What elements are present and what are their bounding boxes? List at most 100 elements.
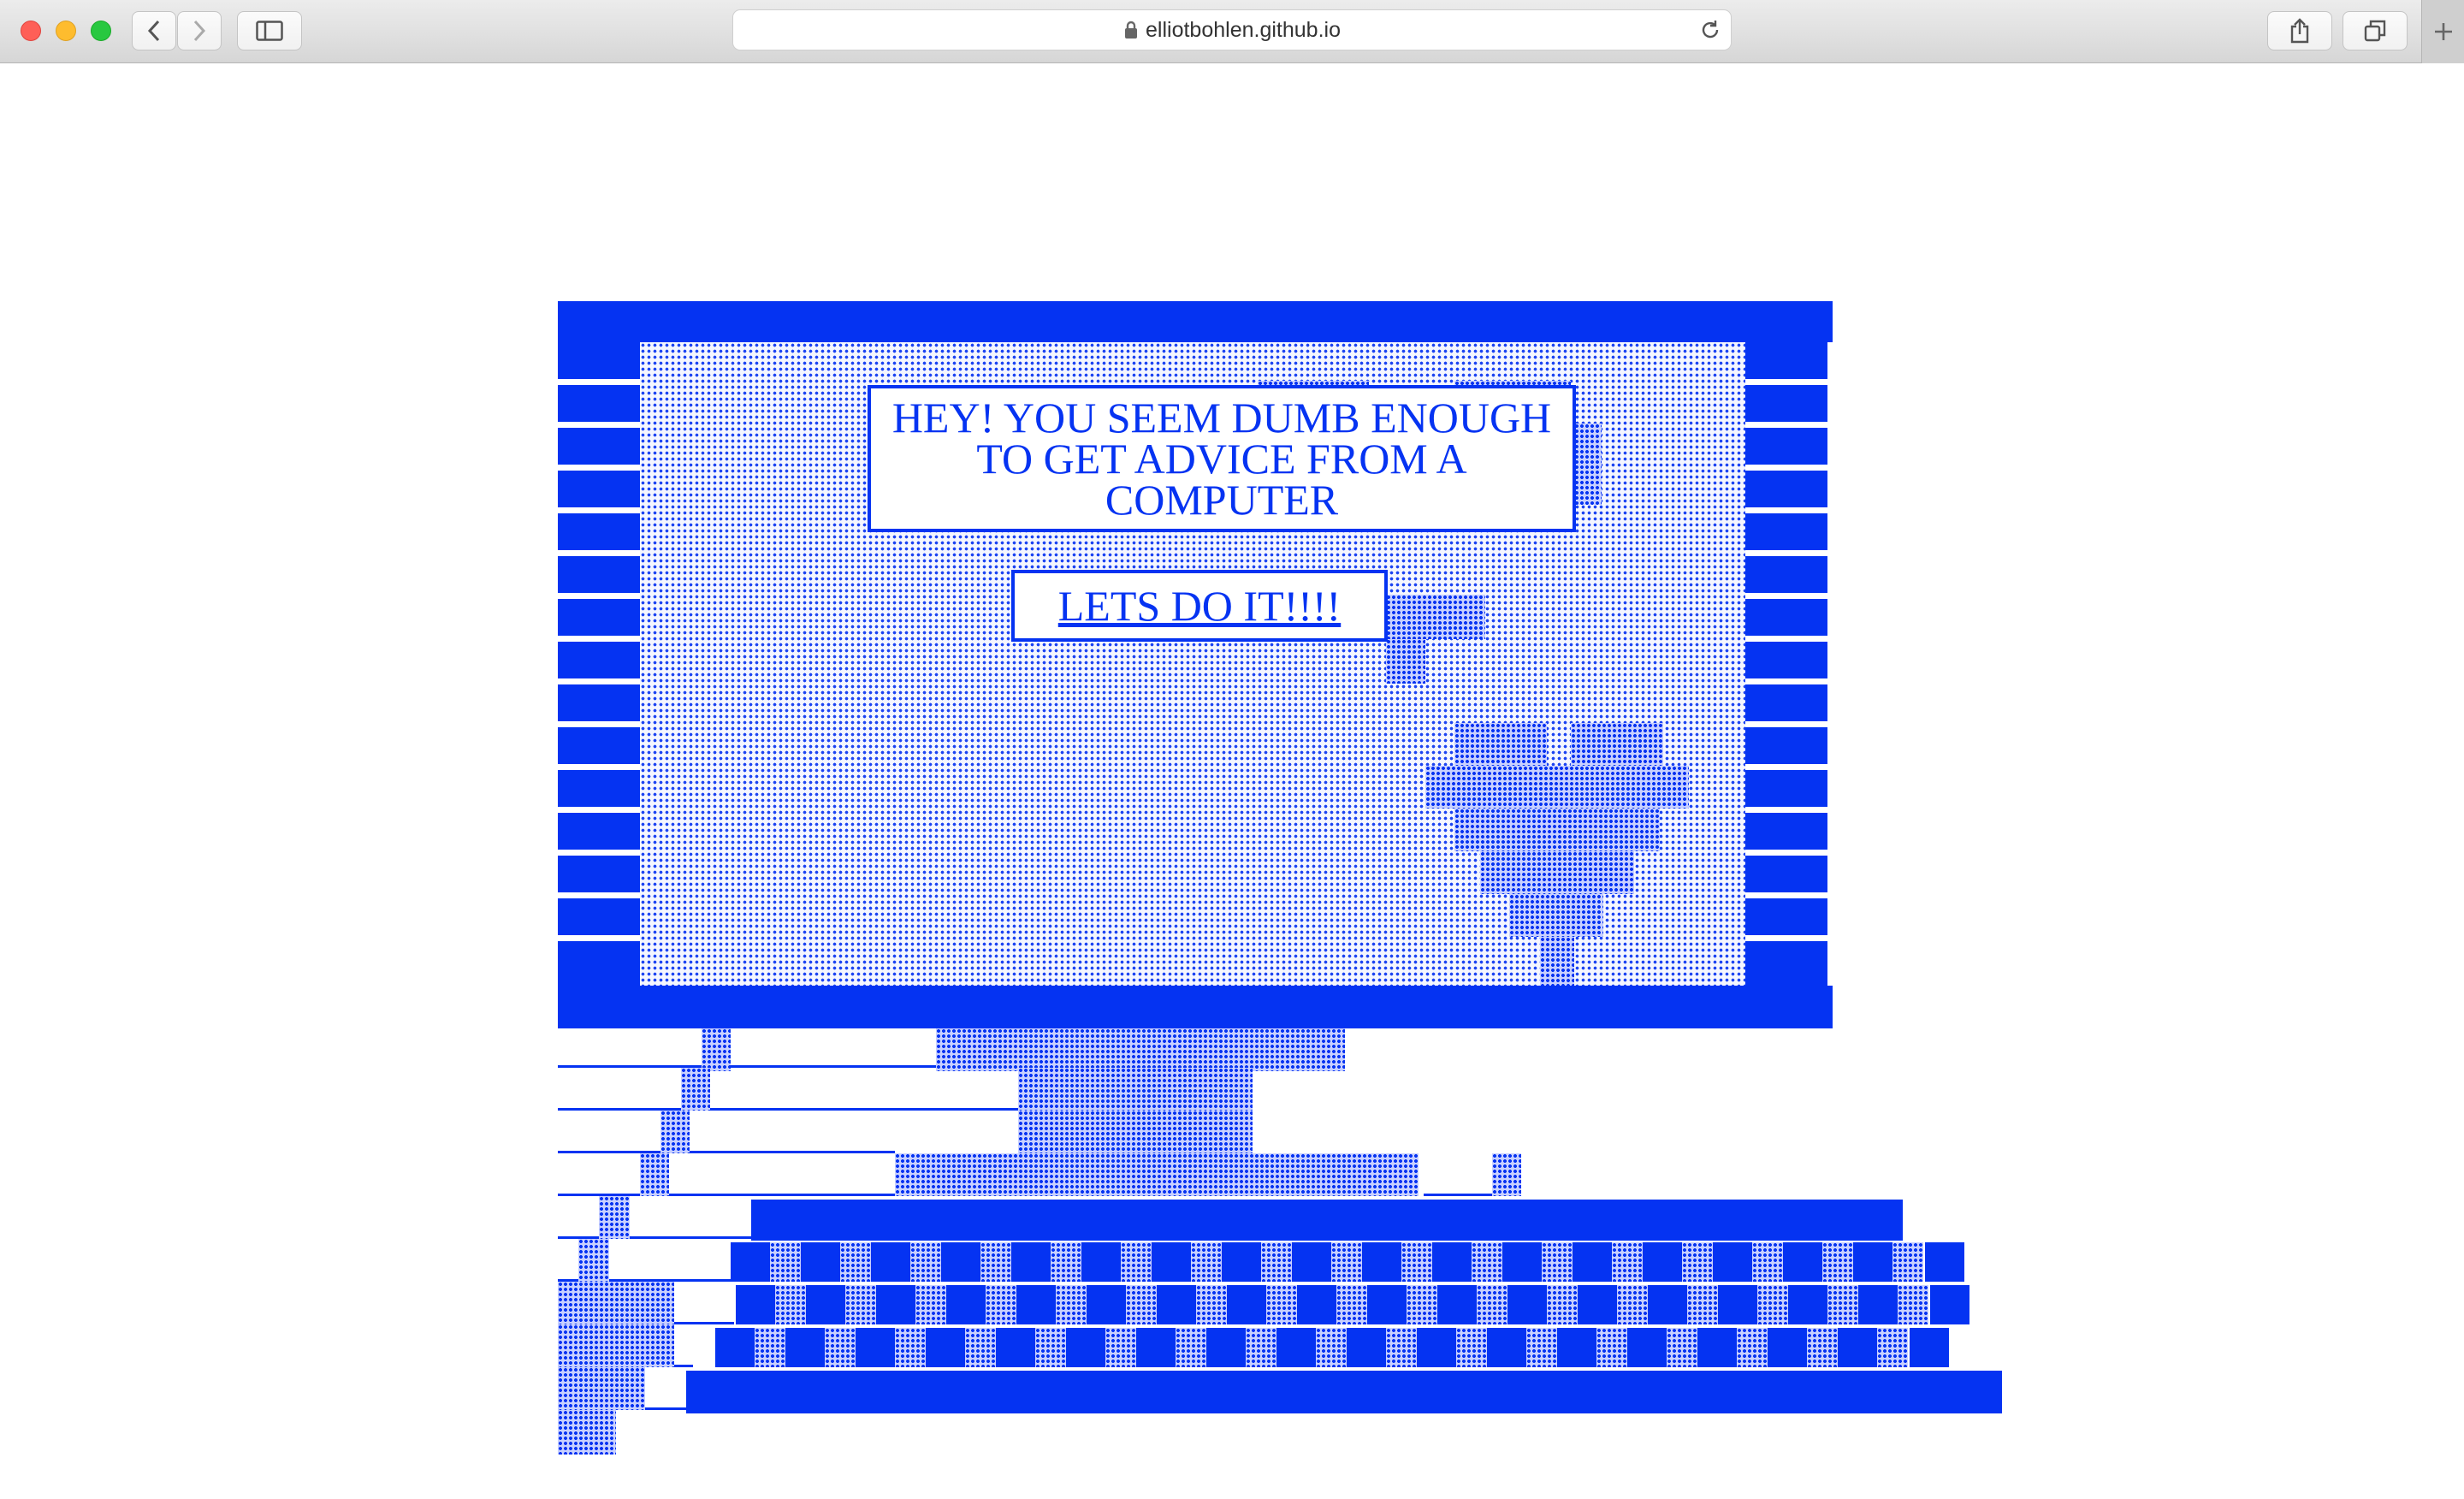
bezel-row — [558, 471, 640, 510]
keyboard-key — [1930, 1285, 1969, 1324]
keyboard-key — [876, 1285, 915, 1324]
bezel-row — [558, 770, 640, 809]
keyboard-key-gap — [1316, 1328, 1347, 1367]
keyboard-key — [1925, 1242, 1964, 1282]
keyboard-key — [1362, 1242, 1401, 1282]
keyboard-key — [801, 1242, 840, 1282]
keyboard-key-gap — [825, 1328, 856, 1367]
close-window-button[interactable] — [21, 21, 41, 41]
keyboard-key — [1627, 1328, 1667, 1367]
bezel-row — [558, 727, 640, 767]
keyboard-key-gap — [1526, 1328, 1557, 1367]
keyboard-key — [715, 1328, 755, 1367]
bezel-row — [1745, 813, 1827, 852]
keyboard-key-gap — [1456, 1328, 1487, 1367]
monitor-bottom-bezel — [558, 986, 1833, 1028]
keyboard-key-gap — [1822, 1242, 1853, 1282]
keyboard-key — [1347, 1328, 1386, 1367]
keyboard-key-gap — [1542, 1242, 1573, 1282]
keyboard-key — [1718, 1285, 1757, 1324]
keyboard-key-gap — [1336, 1285, 1367, 1324]
stand-block — [578, 1239, 609, 1282]
chevron-right-icon — [193, 20, 206, 42]
keyboard-key-gap — [840, 1242, 871, 1282]
bezel-row — [1745, 385, 1827, 424]
keyboard-key — [1222, 1242, 1261, 1282]
keyboard-key — [1417, 1328, 1456, 1367]
sidebar-icon — [256, 21, 283, 41]
glitch-block — [1540, 937, 1574, 986]
keyboard-key-gap — [1191, 1242, 1222, 1282]
keyboard-key-gap — [1105, 1328, 1136, 1367]
keyboard-key-gap — [1246, 1328, 1276, 1367]
keyboard-key — [1783, 1242, 1822, 1282]
headline-text: HEY! YOU SEEM DUMB ENOUGH TO GET ADVICE … — [891, 394, 1552, 524]
keyboard-key-gap — [1407, 1285, 1437, 1324]
back-button[interactable] — [132, 11, 176, 50]
keyboard-key-gap — [1827, 1285, 1858, 1324]
keyboard-key-gap — [1617, 1285, 1648, 1324]
tabs-overview-button[interactable] — [2343, 11, 2408, 50]
bezel-row — [1745, 428, 1827, 467]
keyboard-key — [1432, 1242, 1472, 1282]
keyboard-key — [1297, 1285, 1336, 1324]
stand-block — [660, 1111, 690, 1153]
keyboard-key — [806, 1285, 845, 1324]
bezel-row — [1745, 599, 1827, 638]
zoom-window-button[interactable] — [91, 21, 111, 41]
address-bar[interactable]: elliotbohlen.github.io — [732, 9, 1732, 50]
bezel-row — [1745, 642, 1827, 681]
sidebar-button[interactable] — [237, 11, 302, 50]
new-tab-button[interactable] — [2421, 0, 2464, 63]
keyboard-key — [736, 1285, 775, 1324]
stand-line — [558, 1151, 895, 1153]
share-button[interactable] — [2267, 11, 2332, 50]
forward-button[interactable] — [177, 11, 222, 50]
keyboard-key-gap — [1687, 1285, 1718, 1324]
lets-do-it-button[interactable]: LETS DO IT!!!! — [1011, 570, 1388, 642]
keyboard-key — [731, 1242, 770, 1282]
bezel-row — [558, 599, 640, 638]
keyboard-key-gap — [1892, 1242, 1923, 1282]
lock-icon — [1125, 21, 1138, 39]
stand-block — [702, 1028, 731, 1071]
reload-icon[interactable] — [1700, 20, 1721, 40]
keyboard-key — [1367, 1285, 1407, 1324]
minimize-window-button[interactable] — [56, 21, 76, 41]
keyboard-key-gap — [910, 1242, 941, 1282]
keyboard-key-gap — [1386, 1328, 1417, 1367]
keyboard-key — [1011, 1242, 1051, 1282]
keyboard-key — [1066, 1328, 1105, 1367]
keyboard-key — [1136, 1328, 1176, 1367]
bezel-row — [1745, 342, 1827, 382]
monitor-top-bezel — [558, 301, 1833, 342]
keyboard-key-gap — [1612, 1242, 1643, 1282]
share-icon — [2290, 18, 2309, 44]
keyboard-key — [1578, 1285, 1617, 1324]
stand-block — [558, 1367, 645, 1410]
keyboard-key-gap — [980, 1242, 1011, 1282]
bezel-row — [558, 684, 640, 724]
keyboard-key — [1838, 1328, 1877, 1367]
stand-block — [558, 1410, 616, 1455]
bezel-row — [558, 556, 640, 595]
stand-line — [1424, 1194, 1492, 1196]
keyboard-key — [1502, 1242, 1542, 1282]
keyboard-key — [926, 1328, 965, 1367]
glitch-block — [1509, 894, 1603, 937]
keyboard-key-gap — [1331, 1242, 1362, 1282]
keyboard-key-gap — [1472, 1242, 1502, 1282]
keyboard-key-gap — [986, 1285, 1016, 1324]
bezel-row — [1745, 727, 1827, 767]
keyboard-key-gap — [1682, 1242, 1713, 1282]
keyboard-key-gap — [1898, 1285, 1928, 1324]
keyboard-key — [1768, 1328, 1807, 1367]
keyboard-key — [1573, 1242, 1612, 1282]
keyboard-key-gap — [1807, 1328, 1838, 1367]
keyboard-key-gap — [1547, 1285, 1578, 1324]
keyboard-key-gap — [845, 1285, 876, 1324]
keyboard-key-gap — [965, 1328, 996, 1367]
keyboard-key-gap — [1051, 1242, 1081, 1282]
keyboard-key — [1910, 1328, 1949, 1367]
monitor-left-bezel — [558, 342, 640, 986]
